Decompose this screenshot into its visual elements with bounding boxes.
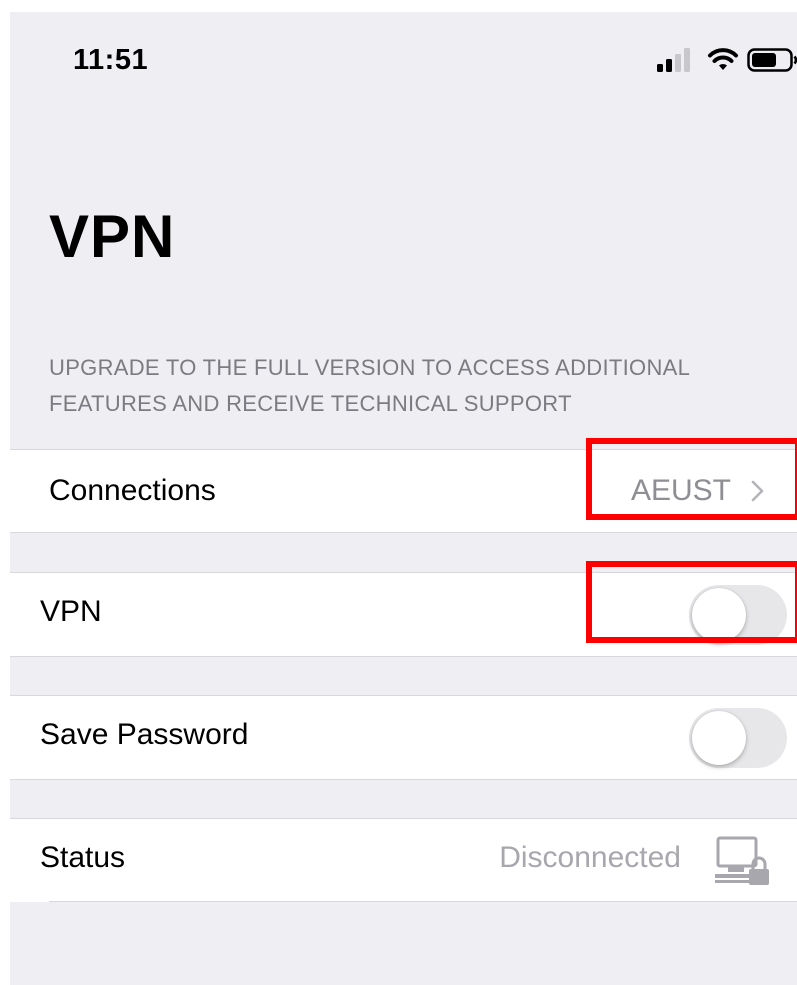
upgrade-note[interactable]: UPGRADE TO THE FULL VERSION TO ACCESS AD… xyxy=(49,350,769,422)
vpn-label: VPN xyxy=(40,595,102,628)
status-divider xyxy=(49,901,797,902)
status-label: Status xyxy=(40,841,126,874)
save-password-toggle-knob xyxy=(692,711,746,765)
upgrade-note-line1: UPGRADE TO THE FULL VERSION TO ACCESS AD… xyxy=(49,355,691,380)
vpn-toggle-highlight-box xyxy=(586,561,797,643)
signal-icon xyxy=(657,48,690,72)
save-password-label: Save Password xyxy=(40,718,249,751)
upgrade-note-line2: FEATURES AND RECEIVE TECHNICAL SUPPORT xyxy=(49,391,572,416)
network-lock-icon xyxy=(715,836,769,885)
battery-icon xyxy=(747,48,797,72)
page-title: VPN xyxy=(49,203,176,270)
save-password-row: Save Password xyxy=(10,695,797,780)
connections-highlight-box xyxy=(586,438,797,520)
status-time: 11:51 xyxy=(73,44,149,76)
status-value: Disconnected xyxy=(499,841,681,874)
status-bar: 11:51 xyxy=(10,12,797,112)
connections-label: Connections xyxy=(49,474,216,507)
save-password-toggle[interactable] xyxy=(689,708,787,768)
wifi-icon xyxy=(708,48,738,70)
status-row: Status Disconnected xyxy=(10,818,797,902)
